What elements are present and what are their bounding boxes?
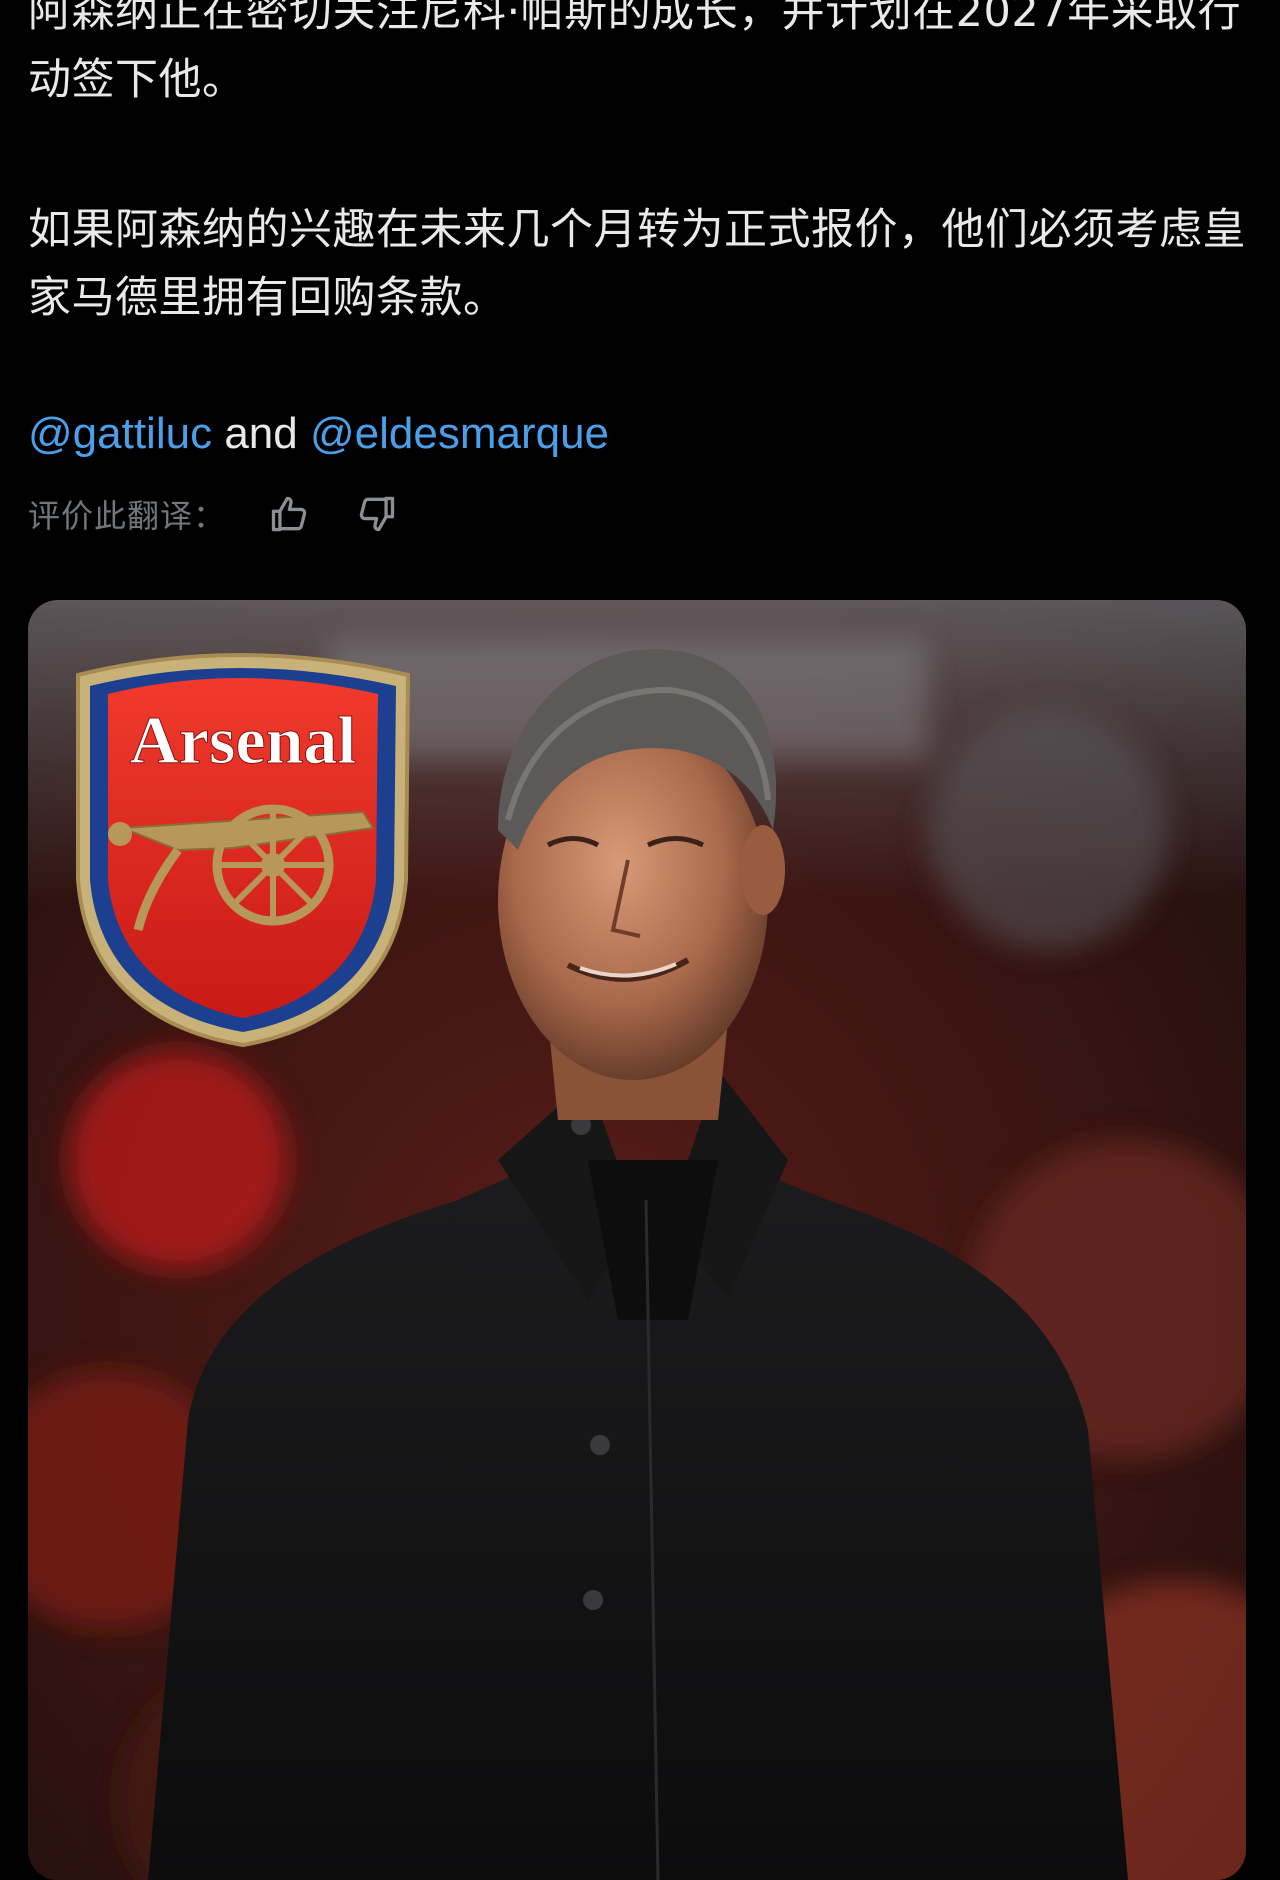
post-paragraph-1: 阿森纳正在密切关注尼科·帕斯的成长，并计划在2027年采取行动签下他。 — [28, 0, 1242, 105]
mention-link-gattiluc[interactable]: @gattiluc — [28, 409, 212, 458]
crest-text: Arsenal — [130, 702, 357, 778]
thumbs-up-icon — [271, 496, 307, 532]
translation-feedback: 评价此翻译： — [28, 488, 404, 540]
post-paragraph-2: 如果阿森纳的兴趣在未来几个月转为正式报价，他们必须考虑皇家马德里拥有回购条款。 — [28, 205, 1246, 323]
thumbs-down-icon — [359, 496, 395, 532]
thumbs-up-button[interactable] — [262, 488, 318, 540]
translation-feedback-label: 评价此翻译： — [28, 497, 227, 535]
mention-link-eldesmarque[interactable]: @eldesmarque — [310, 409, 609, 458]
thumbs-down-button[interactable] — [348, 488, 404, 540]
mentions-line: @gattiluc and @eldesmarque — [28, 404, 609, 464]
post-image[interactable]: Arsenal — [28, 600, 1246, 1880]
post-image-graphic: Arsenal — [28, 600, 1246, 1880]
arsenal-crest: Arsenal — [76, 653, 411, 1048]
mention-joiner: and — [224, 409, 298, 458]
